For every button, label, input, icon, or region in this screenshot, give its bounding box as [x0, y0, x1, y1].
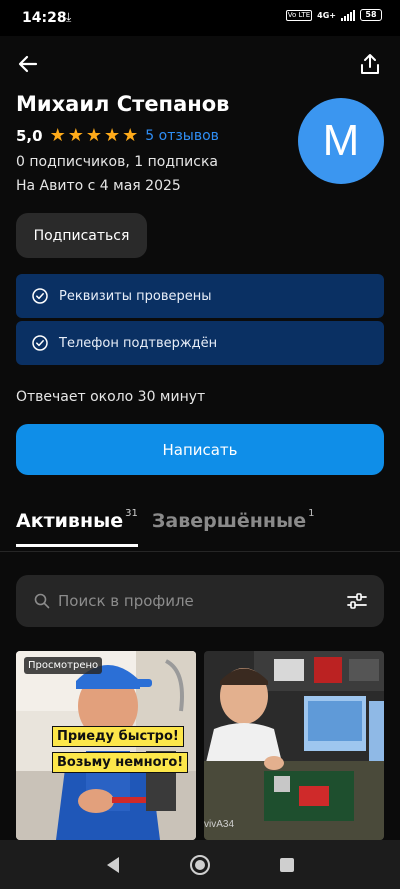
tab-active-listings[interactable]: Активные 31 [16, 508, 138, 547]
member-since: На Авито с 4 мая 2025 [16, 178, 181, 194]
viewed-badge: Просмотрено [24, 657, 103, 674]
listing-card[interactable]: Просмотрено Приеду быстро! Возьму немног… [16, 651, 196, 840]
volte-icon: Vo LTE [285, 9, 313, 21]
status-time: 14:28 [22, 10, 67, 26]
tab-count: 1 [308, 508, 315, 519]
arrow-left-icon [18, 55, 38, 73]
avatar: M [298, 98, 384, 184]
reviews-link[interactable]: 5 отзывов [145, 128, 219, 144]
tab-count: 31 [125, 508, 138, 519]
signal-icon [341, 9, 355, 21]
listing-image-text: Приеду быстро! [52, 726, 184, 747]
filter-button[interactable] [344, 588, 370, 614]
check-circle-icon [32, 288, 48, 304]
verification-label: Реквизиты проверены [59, 288, 212, 304]
network-type: 4G+ [317, 10, 336, 20]
circle-home-icon [190, 855, 210, 875]
triangle-back-icon [107, 857, 119, 873]
search-input[interactable]: Поиск в профиле [16, 575, 384, 627]
rating-row: 5,0 ★ ★ ★ ★ ★ 5 отзывов [16, 125, 219, 147]
status-bar: 14:28 ⤓ Vo LTE 4G+ 58 [0, 0, 400, 36]
download-icon: ⤓ [66, 10, 72, 24]
tabs-divider [0, 551, 400, 552]
square-recents-icon [280, 858, 294, 872]
system-home-button[interactable] [185, 850, 215, 880]
star-icon: ★ [85, 125, 102, 146]
listing-photo: vivA34 [204, 651, 384, 840]
verification-label: Телефон подтверждён [59, 335, 218, 351]
star-icon: ★ [49, 125, 66, 146]
star-icon: ★ [104, 125, 121, 146]
listing-tabs: Активные 31 Завершённые 1 [16, 508, 328, 550]
followers-info[interactable]: 0 подписчиков, 1 подписка [16, 154, 218, 170]
profile-screen: Михаил Степанов 5,0 ★ ★ ★ ★ ★ 5 отзывов … [0, 36, 400, 840]
listing-image-text: Возьму немного! [52, 752, 189, 773]
system-nav-bar [0, 840, 400, 889]
share-icon [361, 54, 379, 74]
back-button[interactable] [8, 44, 48, 84]
tab-label: Активные [16, 510, 124, 532]
star-icon: ★ [67, 125, 84, 146]
verification-requisites: Реквизиты проверены [16, 274, 384, 318]
response-time: Отвечает около 30 минут [16, 389, 206, 405]
tab-label: Завершённые [151, 510, 307, 532]
subscribe-button[interactable]: Подписаться [16, 213, 147, 258]
rating-value: 5,0 [16, 127, 43, 145]
rating-stars: ★ ★ ★ ★ ★ [50, 127, 139, 145]
avatar-letter: M [322, 116, 360, 165]
profile-name: Михаил Степанов [16, 92, 230, 116]
verification-phone: Телефон подтверждён [16, 321, 384, 365]
battery-icon: 58 [360, 9, 382, 21]
system-recents-button[interactable] [272, 850, 302, 880]
search-icon [34, 593, 50, 609]
write-message-button[interactable]: Написать [16, 424, 384, 475]
share-button[interactable] [350, 44, 390, 84]
status-indicators: Vo LTE 4G+ 58 [285, 9, 382, 21]
listing-watermark: vivA34 [204, 819, 234, 830]
check-circle-icon [32, 335, 48, 351]
tab-completed-listings[interactable]: Завершённые 1 [151, 508, 315, 532]
listing-card[interactable]: vivA34 [204, 651, 384, 840]
system-back-button[interactable] [98, 850, 128, 880]
search-placeholder: Поиск в профиле [58, 592, 194, 610]
filter-sliders-icon [347, 593, 367, 609]
star-icon: ★ [122, 125, 139, 146]
